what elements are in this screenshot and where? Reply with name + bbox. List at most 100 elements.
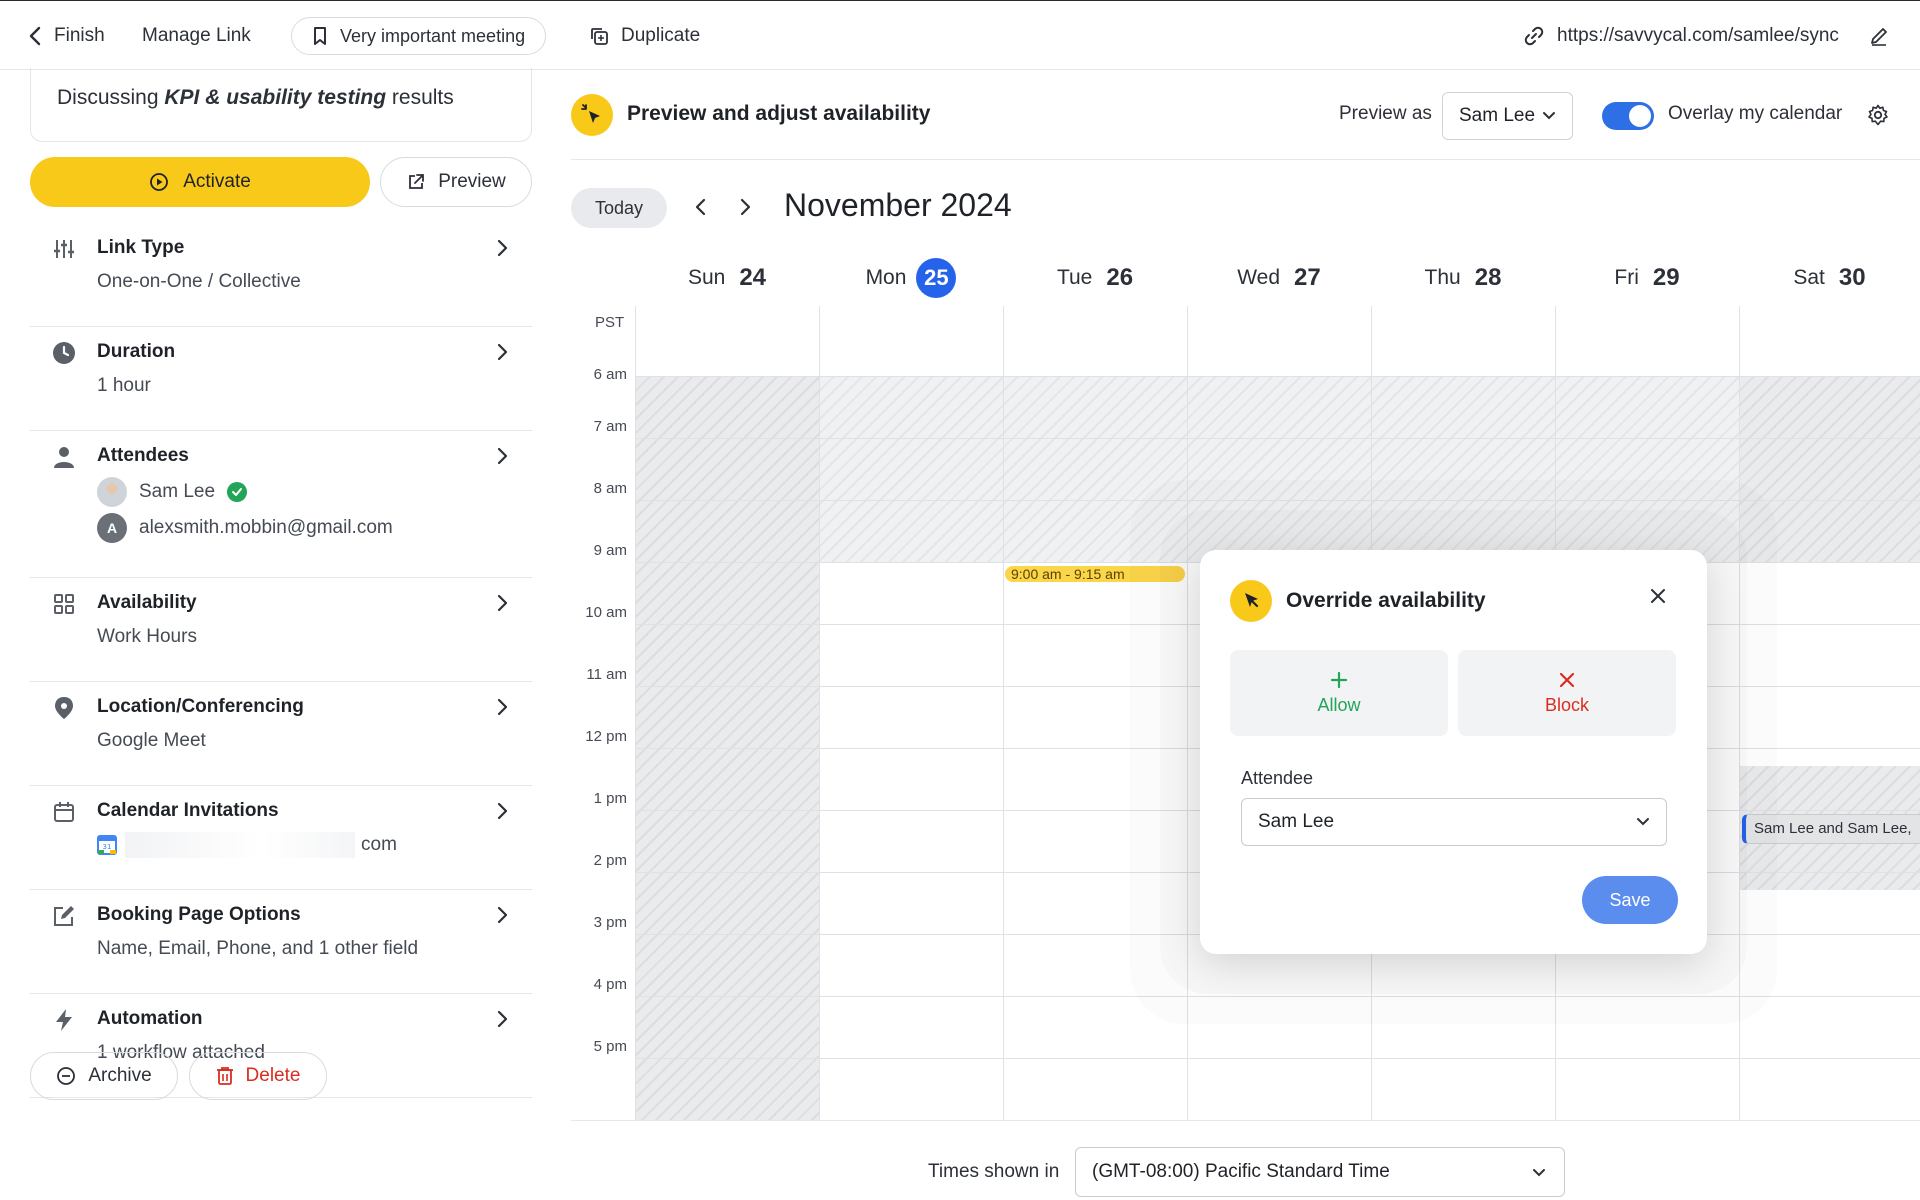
day-number: 29	[1652, 264, 1680, 291]
delete-button[interactable]: Delete	[189, 1052, 327, 1100]
day-divider	[819, 376, 820, 1120]
link-settings-panel: Discussing KPI & usability testing resul…	[0, 68, 555, 1200]
attendee-email: alexsmith.mobbin@gmail.com	[139, 517, 393, 538]
chevron-right-icon	[497, 802, 508, 820]
chevron-down-icon	[1533, 1169, 1545, 1177]
preview-label: Preview	[438, 171, 506, 192]
day-divider	[1187, 306, 1188, 376]
day-divider	[1187, 376, 1188, 1120]
block-option[interactable]: Block	[1458, 650, 1676, 736]
chevron-left-icon	[29, 26, 41, 46]
day-name: Sat	[1793, 266, 1825, 289]
overlay-calendar-toggle[interactable]	[1602, 102, 1654, 130]
link-name-button[interactable]: Very important meeting	[291, 17, 547, 55]
setting-title: Attendees	[97, 445, 189, 466]
hour-label: 2 pm	[593, 852, 627, 869]
google-calendar-icon: 31	[97, 835, 117, 855]
attendee-select[interactable]: Sam Lee	[1241, 798, 1667, 846]
day-divider	[1739, 306, 1740, 376]
booking-url: https://savvycal.com/samlee/sync	[1557, 25, 1839, 46]
gear-icon[interactable]	[1867, 104, 1889, 126]
day-number: 30	[1838, 264, 1866, 291]
setting-location-conferencing[interactable]: Location/Conferencing Google Meet	[30, 682, 532, 786]
preview-as-select[interactable]: Sam Lee	[1442, 92, 1573, 140]
hour-label: 7 am	[593, 418, 627, 435]
verified-check-icon	[227, 482, 248, 502]
day-name: Tue	[1056, 266, 1093, 289]
manage-link-button[interactable]: Manage Link	[142, 1, 251, 71]
lightning-icon	[52, 1008, 76, 1032]
play-circle-icon	[150, 173, 169, 191]
setting-value: Name, Email, Phone, and 1 other field	[97, 938, 419, 959]
hour-label: 5 pm	[593, 1038, 627, 1055]
today-label: Today	[594, 197, 644, 218]
day-header: Mon 25	[819, 250, 1003, 306]
description-emphasis: KPI & usability testing	[164, 86, 387, 109]
minus-circle-icon	[57, 1067, 76, 1085]
chevron-right-icon	[497, 698, 508, 716]
timezone-value: (GMT-08:00) Pacific Standard Time	[1092, 1161, 1390, 1182]
link-name-label: Very important meeting	[340, 25, 526, 46]
link-description-card[interactable]: Discussing KPI & usability testing resul…	[30, 68, 532, 142]
bookmark-icon	[314, 27, 326, 45]
hour-line	[635, 438, 1920, 439]
calendar-event[interactable]: Sam Lee and Sam Lee,	[1742, 814, 1920, 844]
previous-week-button[interactable]	[695, 198, 707, 216]
hour-label: 8 am	[593, 480, 627, 497]
setting-title: Booking Page Options	[97, 904, 301, 925]
finish-button[interactable]: Finish	[28, 1, 105, 71]
day-divider	[1003, 306, 1004, 376]
preview-as-label: Preview as	[1339, 103, 1432, 124]
calendar-email-suffix: com	[361, 834, 397, 855]
preview-header: Preview and adjust availability Preview …	[571, 70, 1920, 160]
hour-line	[635, 1058, 1920, 1059]
attendee-field-label: Attendee	[1241, 768, 1314, 788]
today-button[interactable]: Today	[571, 188, 667, 228]
setting-booking-page-options[interactable]: Booking Page Options Name, Email, Phone,…	[30, 890, 532, 994]
preview-button[interactable]: Preview	[380, 157, 532, 207]
times-shown-label: Times shown in	[928, 1161, 1060, 1182]
day-header: Thu 28	[1371, 250, 1555, 306]
dialog-title: Override availability	[1286, 589, 1486, 612]
edit-url-button[interactable]	[1869, 1, 1901, 71]
location-pin-icon	[52, 696, 76, 720]
setting-duration[interactable]: Duration 1 hour	[30, 327, 532, 431]
setting-value: Work Hours	[97, 626, 197, 647]
archive-label: Archive	[88, 1065, 152, 1086]
save-button[interactable]: Save	[1582, 876, 1678, 924]
setting-availability[interactable]: Availability Work Hours	[30, 578, 532, 682]
booking-url-link[interactable]: https://savvycal.com/samlee/sync	[1523, 1, 1839, 71]
setting-title: Availability	[97, 592, 197, 613]
day-header: Wed 27	[1187, 250, 1371, 306]
chevron-right-icon	[497, 343, 508, 361]
x-icon	[1559, 672, 1575, 687]
calendar-event[interactable]: 9:00 am - 9:15 am	[1005, 566, 1185, 582]
delete-label: Delete	[245, 1065, 301, 1086]
next-week-button[interactable]	[739, 198, 751, 216]
block-label: Block	[1544, 694, 1589, 715]
person-icon	[52, 445, 76, 469]
setting-calendar-invitations[interactable]: Calendar Invitations 31 com	[30, 786, 532, 890]
hour-label: 12 pm	[585, 728, 627, 745]
activate-button[interactable]: Activate	[30, 157, 370, 207]
duplicate-button[interactable]: Duplicate	[589, 1, 700, 71]
hour-label: 1 pm	[593, 790, 627, 807]
event-time: 9:00 am - 9:15 am	[1011, 566, 1125, 582]
save-label: Save	[1609, 889, 1651, 910]
setting-attendees[interactable]: Attendees Sam Lee A alexsmith.mobbin@gma…	[30, 431, 532, 578]
description-prefix: Discussing	[57, 86, 165, 109]
day-name: Wed	[1237, 266, 1281, 289]
allow-option[interactable]: Allow	[1230, 650, 1448, 736]
trash-icon	[216, 1067, 233, 1085]
timezone-select[interactable]: (GMT-08:00) Pacific Standard Time	[1075, 1147, 1565, 1197]
setting-title: Link Type	[97, 237, 185, 258]
day-name: Thu	[1424, 266, 1461, 289]
archive-button[interactable]: Archive	[30, 1052, 178, 1100]
plus-icon	[1330, 671, 1348, 688]
close-icon[interactable]	[1648, 586, 1668, 606]
day-name: Mon	[865, 266, 907, 289]
day-number: 26	[1106, 264, 1134, 291]
setting-link-type[interactable]: Link Type One-on-One / Collective	[30, 223, 532, 327]
attendee-row: A alexsmith.mobbin@gmail.com	[97, 513, 393, 543]
chevron-right-icon	[497, 906, 508, 924]
